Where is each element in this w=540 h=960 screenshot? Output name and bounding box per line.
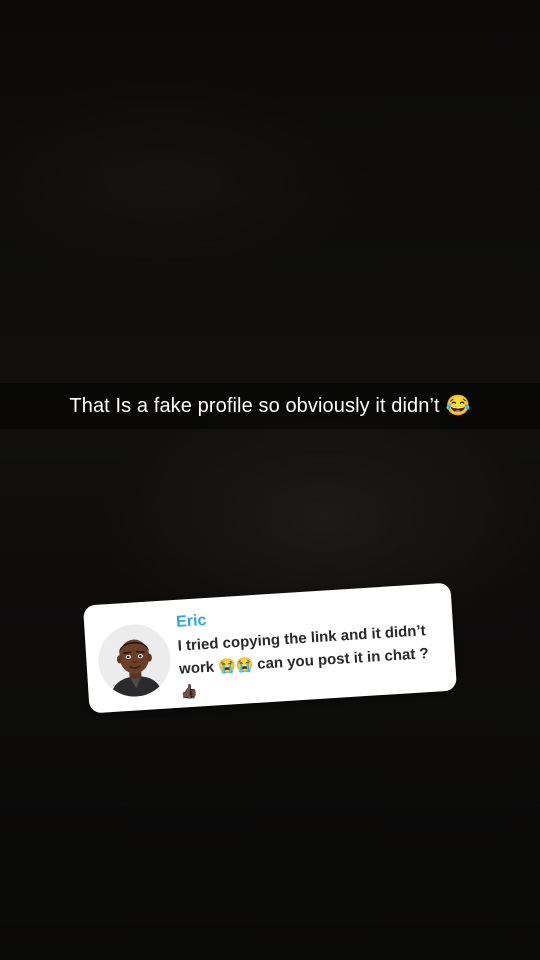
sender-name: Eric: [175, 611, 207, 631]
reply-message: I tried copying the link and it didn’t w…: [177, 619, 449, 704]
crying-emoji-icon: 😭😭: [217, 656, 254, 675]
reply-card[interactable]: Eric I tried copying the link and it did…: [82, 582, 458, 714]
caption-bar: That Is a fake profile so obviously it d…: [0, 383, 540, 429]
thumbs-up-emoji-icon: 👍🏿: [180, 682, 199, 700]
background: [0, 0, 540, 960]
bitmoji-avatar-icon: [96, 622, 173, 699]
message-text-part2: can you post it in chat ?: [256, 645, 430, 673]
caption-text: That Is a fake profile so obviously it d…: [69, 394, 440, 417]
laughing-emoji-icon: 😂: [445, 395, 471, 417]
